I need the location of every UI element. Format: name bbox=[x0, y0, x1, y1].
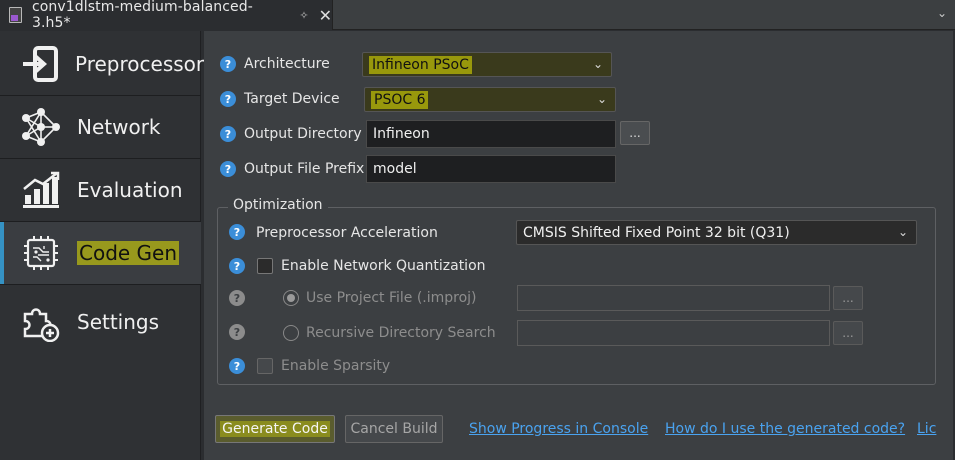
enable-sparsity-label: Enable Sparsity bbox=[281, 358, 391, 374]
chevron-down-icon: ⌄ bbox=[897, 225, 908, 239]
sidebar-item-evaluation[interactable]: Evaluation bbox=[0, 159, 201, 221]
sidebar-item-label: Settings bbox=[77, 310, 160, 334]
sidebar-item-label: Preprocessor bbox=[75, 52, 205, 76]
browse-recursive-directory-button[interactable]: ... bbox=[833, 321, 863, 345]
editor-tab[interactable]: conv1dlstm-medium-balanced-3.h5* ✧ ✕ bbox=[0, 0, 333, 31]
architecture-select[interactable]: Infineon PSoC ⌄ bbox=[362, 52, 612, 77]
enable-sparsity-checkbox[interactable] bbox=[257, 358, 273, 374]
target-device-select[interactable]: PSOC 6 ⌄ bbox=[364, 87, 616, 112]
target-device-label: Target Device bbox=[244, 91, 340, 107]
sidebar-item-preprocessor[interactable]: Preprocessor bbox=[0, 33, 205, 95]
puzzle-plus-icon bbox=[21, 302, 61, 342]
output-prefix-input[interactable]: model bbox=[366, 155, 616, 183]
chevron-down-icon: ⌄ bbox=[596, 92, 607, 106]
recursive-directory-radio[interactable] bbox=[283, 325, 299, 341]
h5-file-icon bbox=[9, 7, 22, 23]
help-icon[interactable]: ? bbox=[229, 258, 245, 274]
output-directory-input[interactable]: Infineon bbox=[366, 120, 616, 148]
license-link[interactable]: Lic bbox=[917, 421, 936, 437]
pin-icon[interactable]: ✧ bbox=[299, 9, 308, 22]
tab-overflow-chevron-icon[interactable]: ⌄ bbox=[937, 6, 947, 20]
sidebar-item-code-gen[interactable]: Code Gen bbox=[0, 222, 201, 284]
chip-icon bbox=[21, 233, 61, 273]
help-icon[interactable]: ? bbox=[229, 358, 245, 374]
help-icon[interactable]: ? bbox=[229, 324, 245, 340]
help-icon[interactable]: ? bbox=[220, 91, 236, 107]
help-icon[interactable]: ? bbox=[220, 126, 236, 142]
use-project-file-label: Use Project File (.improj) bbox=[306, 290, 477, 306]
project-file-input[interactable] bbox=[517, 285, 830, 311]
tab-title: conv1dlstm-medium-balanced-3.h5* bbox=[31, 0, 253, 31]
network-graph-icon bbox=[21, 107, 61, 147]
help-icon[interactable]: ? bbox=[220, 56, 236, 72]
code-gen-panel: ? Architecture Infineon PSoC ⌄ ? Target … bbox=[204, 31, 953, 460]
enable-quantization-checkbox[interactable] bbox=[257, 258, 273, 274]
bar-chart-icon bbox=[21, 170, 61, 210]
use-project-file-radio[interactable] bbox=[283, 290, 299, 306]
sidebar-item-label: Network bbox=[77, 115, 161, 139]
recursive-directory-input[interactable] bbox=[517, 320, 830, 346]
how-to-use-link[interactable]: How do I use the generated code? bbox=[665, 421, 905, 437]
optimization-group-title: Optimization bbox=[228, 197, 328, 213]
sidebar-item-settings[interactable]: Settings bbox=[0, 291, 201, 353]
sidebar-item-label: Code Gen bbox=[77, 241, 180, 265]
help-icon[interactable]: ? bbox=[229, 224, 245, 240]
sidebar: Preprocessor Network Evaluation Code Gen… bbox=[0, 31, 205, 460]
help-icon[interactable]: ? bbox=[220, 161, 236, 177]
browse-project-file-button[interactable]: ... bbox=[833, 286, 863, 310]
recursive-directory-label: Recursive Directory Search bbox=[306, 325, 496, 341]
editor-tab-bar: conv1dlstm-medium-balanced-3.h5* ✧ ✕ ⌄ bbox=[0, 0, 955, 31]
sidebar-item-network[interactable]: Network bbox=[0, 96, 201, 158]
output-directory-label: Output Directory bbox=[244, 126, 362, 142]
arrow-into-box-icon bbox=[21, 44, 59, 84]
help-icon[interactable]: ? bbox=[229, 290, 245, 306]
browse-directory-button[interactable]: ... bbox=[620, 121, 650, 145]
close-icon[interactable]: ✕ bbox=[319, 6, 332, 25]
show-progress-link[interactable]: Show Progress in Console bbox=[469, 421, 648, 437]
preprocessor-acceleration-select[interactable]: CMSIS Shifted Fixed Point 32 bit (Q31) ⌄ bbox=[516, 220, 917, 245]
generate-code-button[interactable]: Generate Code bbox=[215, 415, 335, 443]
architecture-label: Architecture bbox=[244, 56, 330, 72]
preprocessor-acceleration-label: Preprocessor Acceleration bbox=[256, 225, 438, 241]
output-prefix-label: Output File Prefix bbox=[244, 161, 365, 177]
enable-quantization-label: Enable Network Quantization bbox=[281, 258, 486, 274]
chevron-down-icon: ⌄ bbox=[592, 57, 603, 71]
sidebar-item-label: Evaluation bbox=[77, 178, 183, 202]
cancel-build-button[interactable]: Cancel Build bbox=[345, 415, 443, 443]
